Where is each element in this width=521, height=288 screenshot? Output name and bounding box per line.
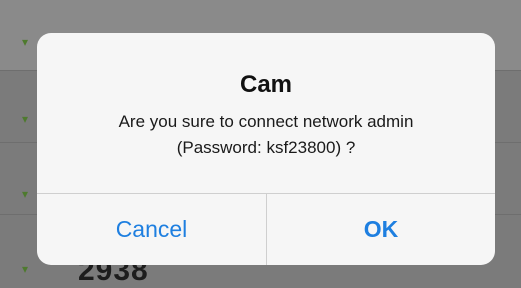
wifi-icon: ▾ — [22, 35, 29, 49]
ok-button[interactable]: OK — [267, 194, 495, 265]
dialog-message-line: (Password: ksf23800) ? — [176, 138, 356, 157]
dialog-title: Cam — [239, 71, 293, 98]
wifi-icon: ▾ — [22, 112, 29, 126]
wifi-icon: ▾ — [22, 187, 29, 201]
dialog-message: Are you sure to connect network admin (P… — [47, 109, 485, 161]
cancel-button[interactable]: Cancel — [37, 194, 266, 265]
dialog-message-line: Are you sure to connect network admin — [118, 112, 414, 131]
alert-dialog: Cam Are you sure to connect network admi… — [37, 33, 495, 265]
wifi-icon: ▾ — [22, 262, 29, 276]
